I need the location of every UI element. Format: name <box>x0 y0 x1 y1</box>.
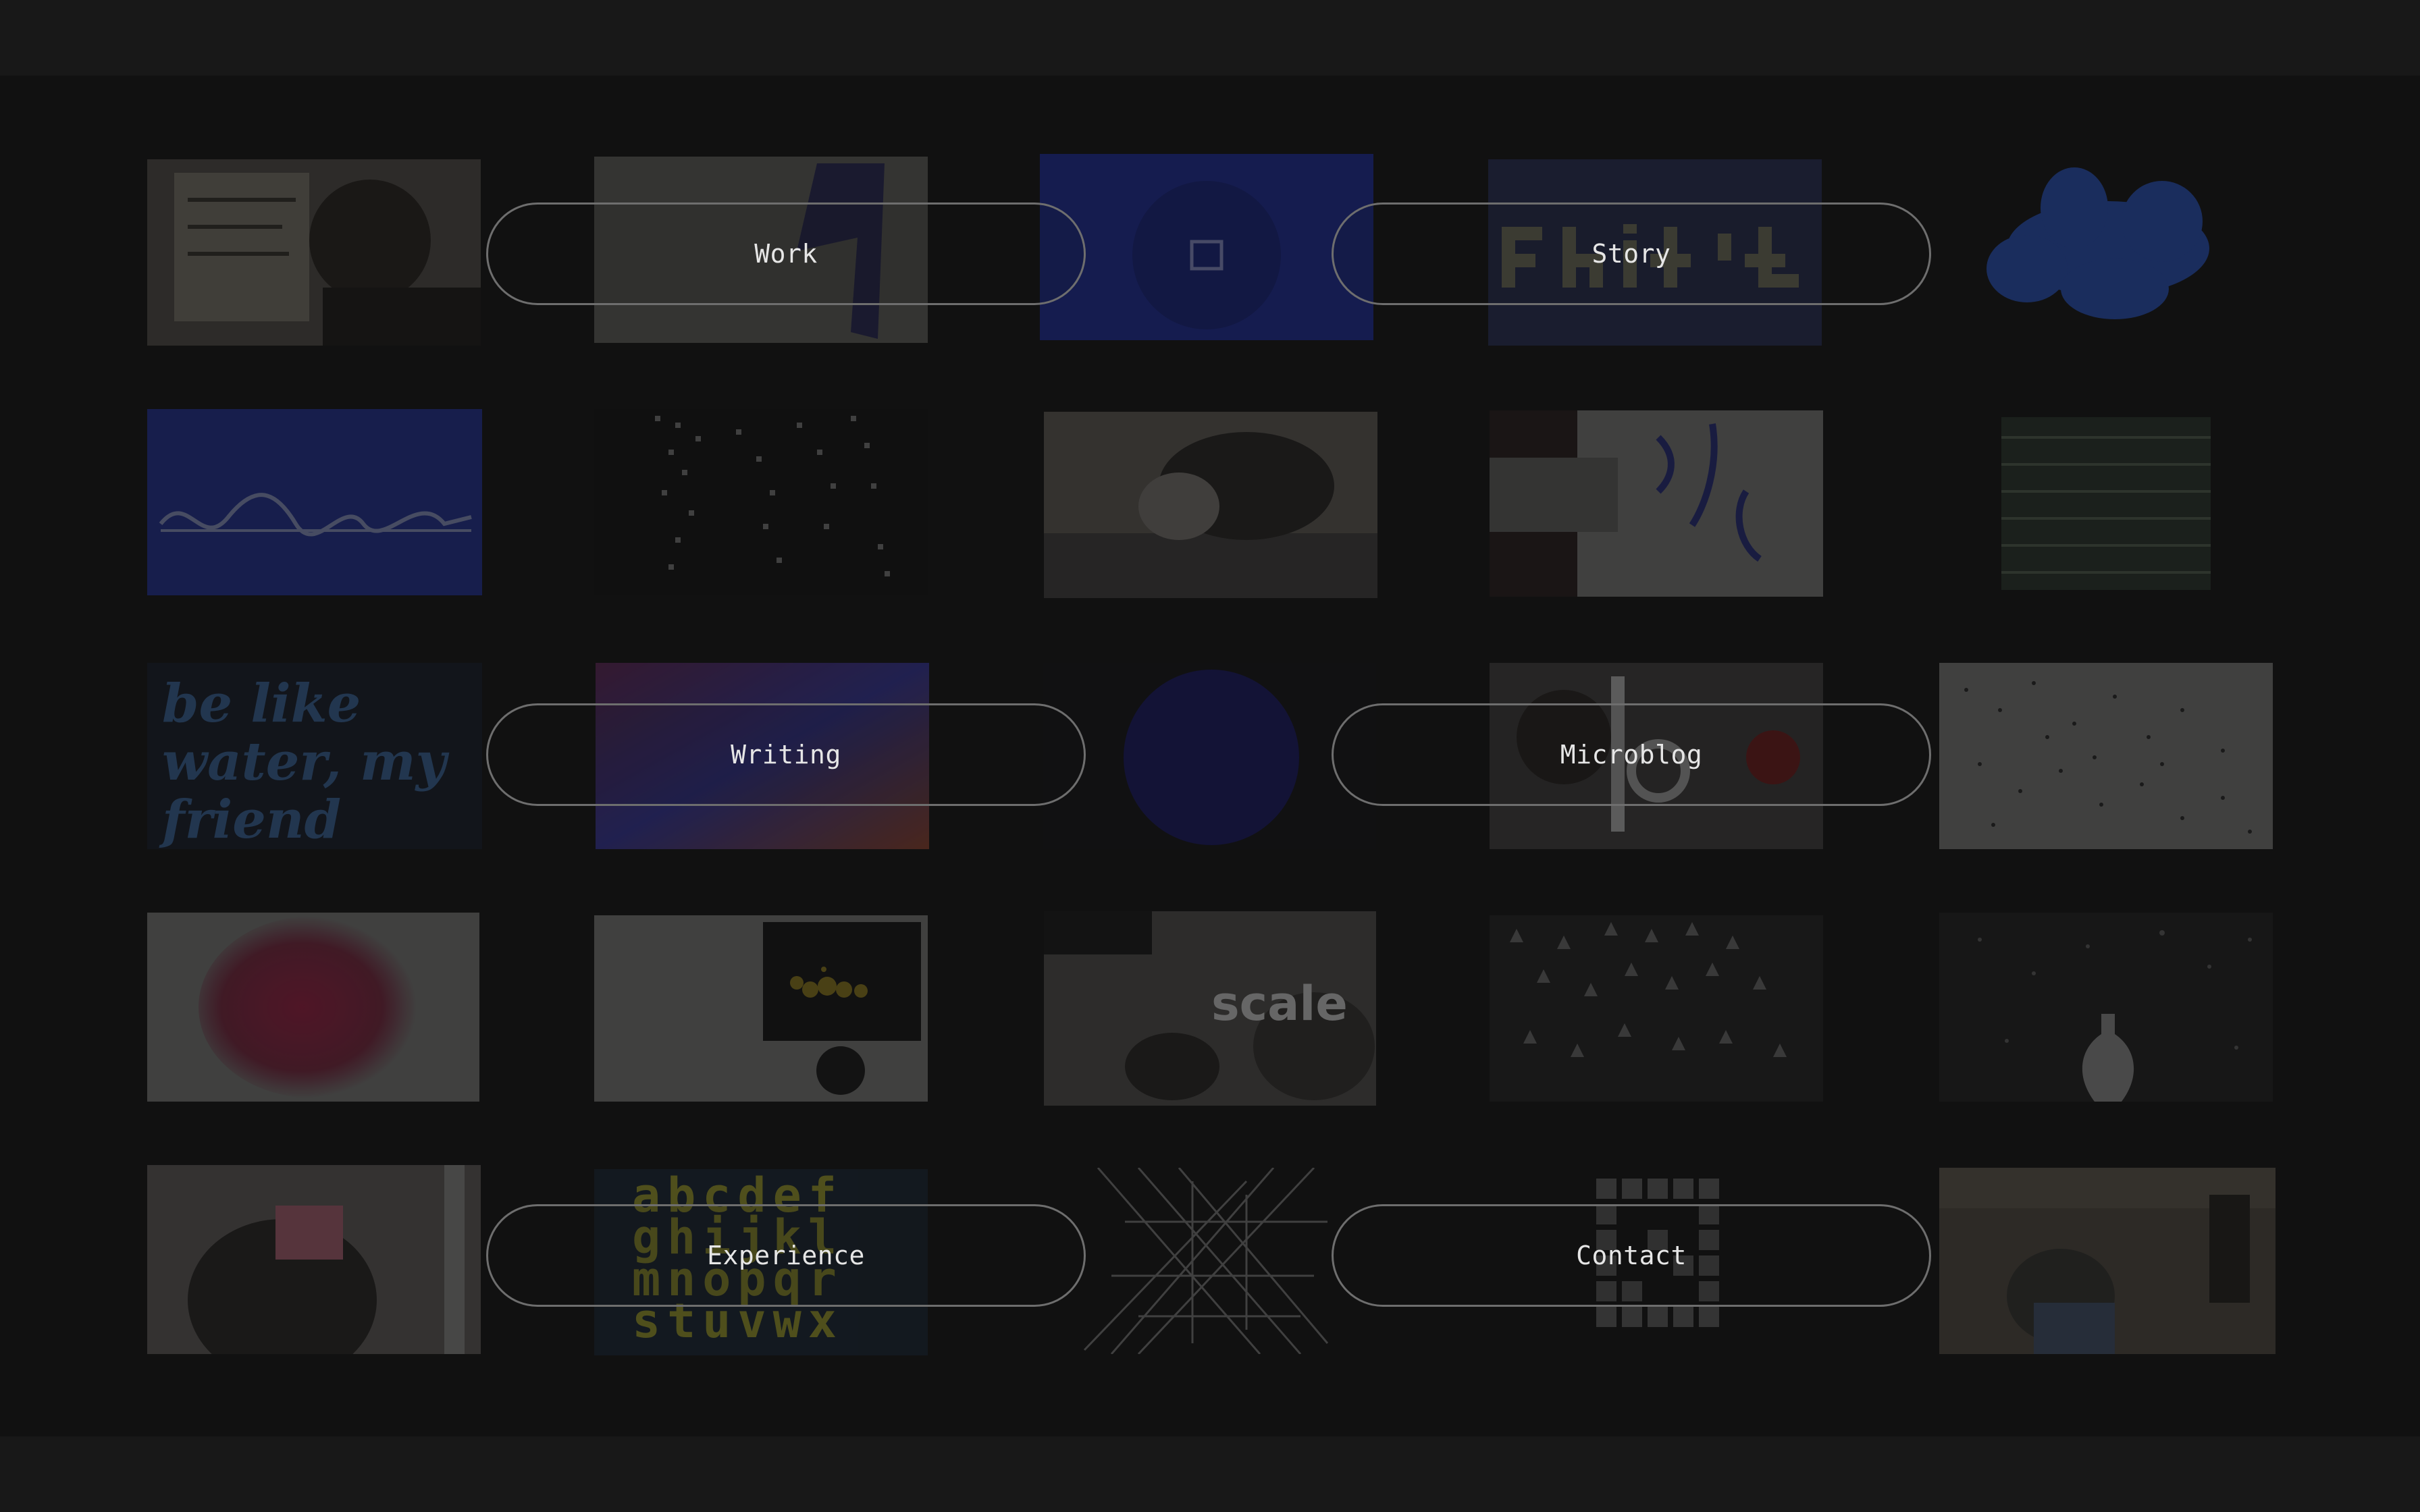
nav-writing-button[interactable]: Writing <box>486 703 1086 806</box>
project-thumbnail-blue-script[interactable] <box>147 409 482 595</box>
project-thumbnail-vase-dark[interactable] <box>1939 913 2273 1102</box>
nav-story-button[interactable]: Story <box>1332 202 1931 305</box>
project-thumbnail-blue-b[interactable] <box>1040 154 1373 340</box>
project-thumbnail-blue-sphere[interactable] <box>1043 663 1376 849</box>
scale-text-label: scale <box>1211 976 1348 1031</box>
nav-work-button[interactable]: Work <box>486 202 1086 305</box>
bottom-bar <box>0 1436 2420 1512</box>
project-thumbnail-pink-card[interactable] <box>147 1165 481 1354</box>
project-thumbnail-line-lattice[interactable] <box>1044 1168 1377 1354</box>
project-thumbnail-studio-photo[interactable] <box>1939 1168 2276 1354</box>
nav-experience-button[interactable]: Experience <box>486 1204 1086 1307</box>
water-text-label: be like water, my friend <box>162 673 446 849</box>
thumbnail-grid: be like water, my friend scale abcdef gh… <box>0 76 2420 1436</box>
project-thumbnail-knit-pattern[interactable] <box>1995 410 2217 597</box>
project-thumbnail-blue-strokes[interactable] <box>1490 410 1823 597</box>
project-gallery: be like water, my friend scale abcdef gh… <box>0 76 2420 1436</box>
project-thumbnail-yellow-dots-screen[interactable] <box>594 915 928 1102</box>
project-thumbnail-portrait-book[interactable] <box>147 159 481 346</box>
project-thumbnail-water-text[interactable]: be like water, my friend <box>147 663 482 849</box>
project-thumbnail-arrow-field[interactable] <box>1490 915 1823 1102</box>
top-bar <box>0 0 2420 76</box>
project-thumbnail-cat-photo[interactable] <box>1044 412 1377 598</box>
project-thumbnail-speckle[interactable] <box>1939 663 2273 849</box>
nav-contact-button[interactable]: Contact <box>1332 1204 1931 1307</box>
project-thumbnail-dotted-type[interactable] <box>594 409 928 595</box>
project-thumbnail-scale[interactable]: scale <box>1044 911 1376 1106</box>
project-thumbnail-red-blur[interactable] <box>147 913 479 1102</box>
project-thumbnail-blob-lettering[interactable] <box>1939 154 2273 340</box>
nav-microblog-button[interactable]: Microblog <box>1332 703 1931 806</box>
